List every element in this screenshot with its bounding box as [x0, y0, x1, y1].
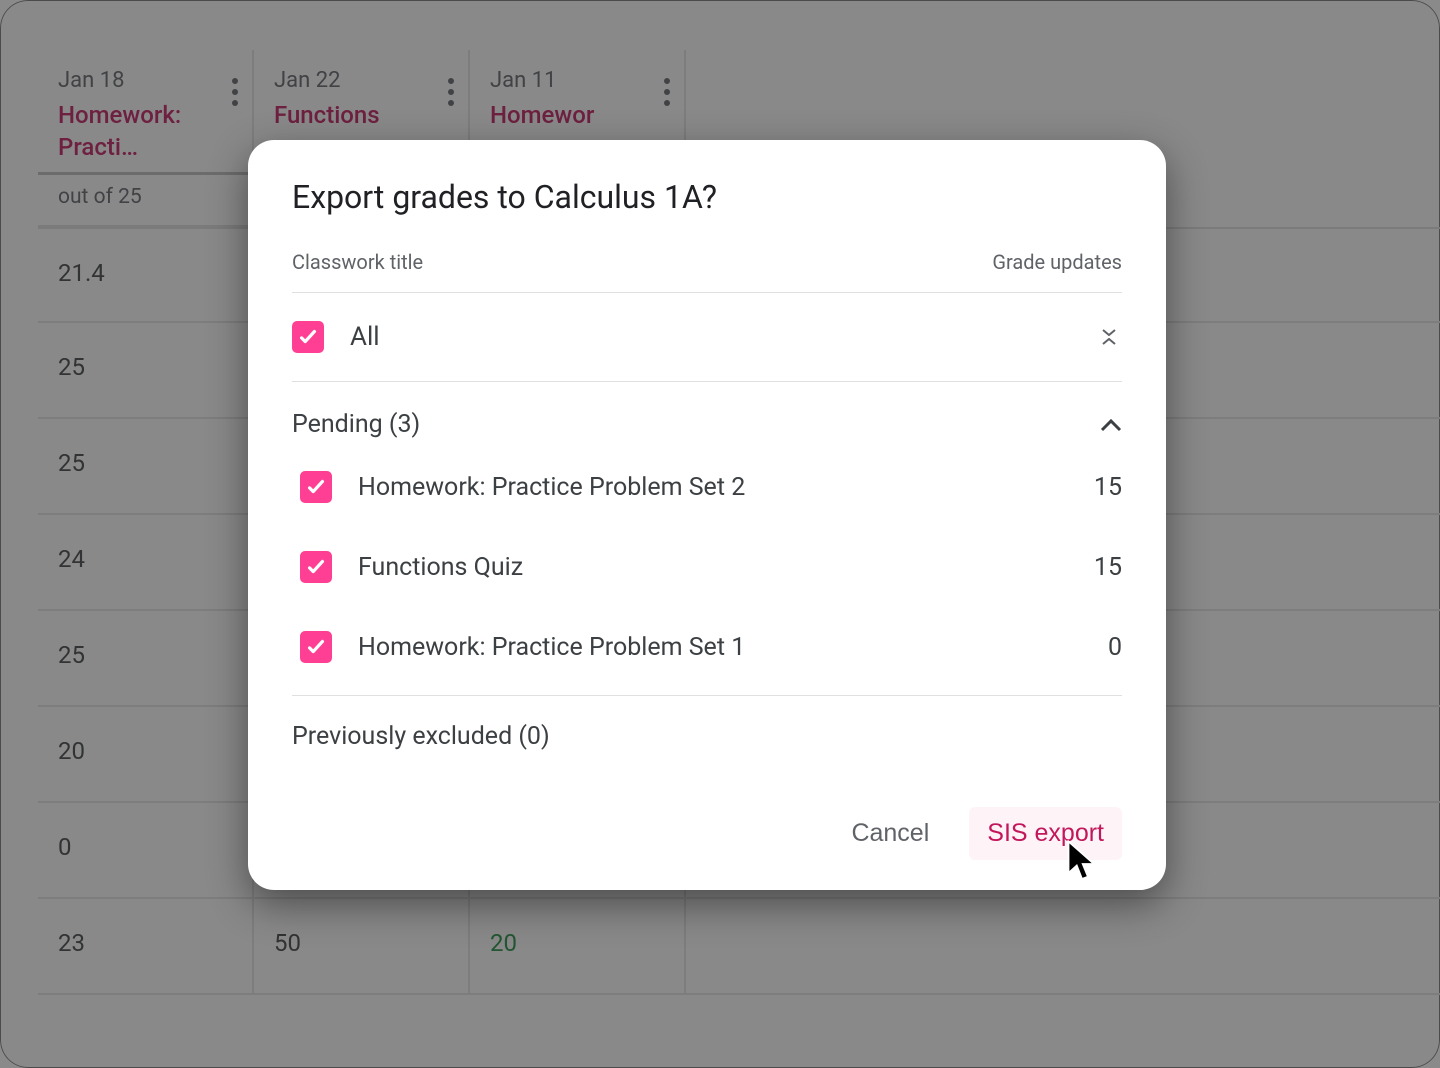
app-window: Jan 18 Homework: Practi… Jan 22 Function… — [0, 0, 1440, 1068]
check-icon — [305, 636, 327, 658]
item-count: 15 — [1082, 473, 1122, 502]
unfold-icon[interactable] — [1096, 324, 1122, 350]
pending-list: Homework: Practice Problem Set 2 15 Func… — [292, 447, 1122, 687]
check-icon — [305, 476, 327, 498]
item-title: Homework: Practice Problem Set 2 — [358, 473, 1056, 502]
checkbox-all[interactable] — [292, 321, 324, 353]
all-label: All — [350, 322, 1070, 352]
excluded-section-header[interactable]: Previously excluded (0) — [292, 696, 1122, 763]
list-item: Functions Quiz 15 — [300, 527, 1122, 607]
item-count: 0 — [1082, 633, 1122, 662]
chevron-up-icon[interactable] — [1100, 410, 1122, 439]
checkbox-item[interactable] — [300, 471, 332, 503]
list-item: Homework: Practice Problem Set 1 0 — [300, 607, 1122, 687]
header-grade-updates: Grade updates — [992, 250, 1122, 274]
dialog-table-header: Classwork title Grade updates — [292, 250, 1122, 293]
checkbox-item[interactable] — [300, 551, 332, 583]
pending-section-header[interactable]: Pending (3) — [292, 382, 1122, 447]
dialog-actions: Cancel SIS export — [292, 763, 1122, 860]
select-all-row: All — [292, 293, 1122, 382]
cancel-button[interactable]: Cancel — [833, 807, 947, 860]
pending-label: Pending (3) — [292, 410, 420, 439]
export-dialog: Export grades to Calculus 1A? Classwork … — [248, 140, 1166, 890]
item-title: Functions Quiz — [358, 553, 1056, 582]
check-icon — [305, 556, 327, 578]
checkbox-item[interactable] — [300, 631, 332, 663]
header-classwork-title: Classwork title — [292, 250, 423, 274]
sis-export-button[interactable]: SIS export — [969, 807, 1122, 860]
check-icon — [297, 326, 319, 348]
item-count: 15 — [1082, 553, 1122, 582]
dialog-title: Export grades to Calculus 1A? — [292, 178, 1122, 216]
item-title: Homework: Practice Problem Set 1 — [358, 633, 1056, 662]
list-item: Homework: Practice Problem Set 2 15 — [300, 447, 1122, 527]
